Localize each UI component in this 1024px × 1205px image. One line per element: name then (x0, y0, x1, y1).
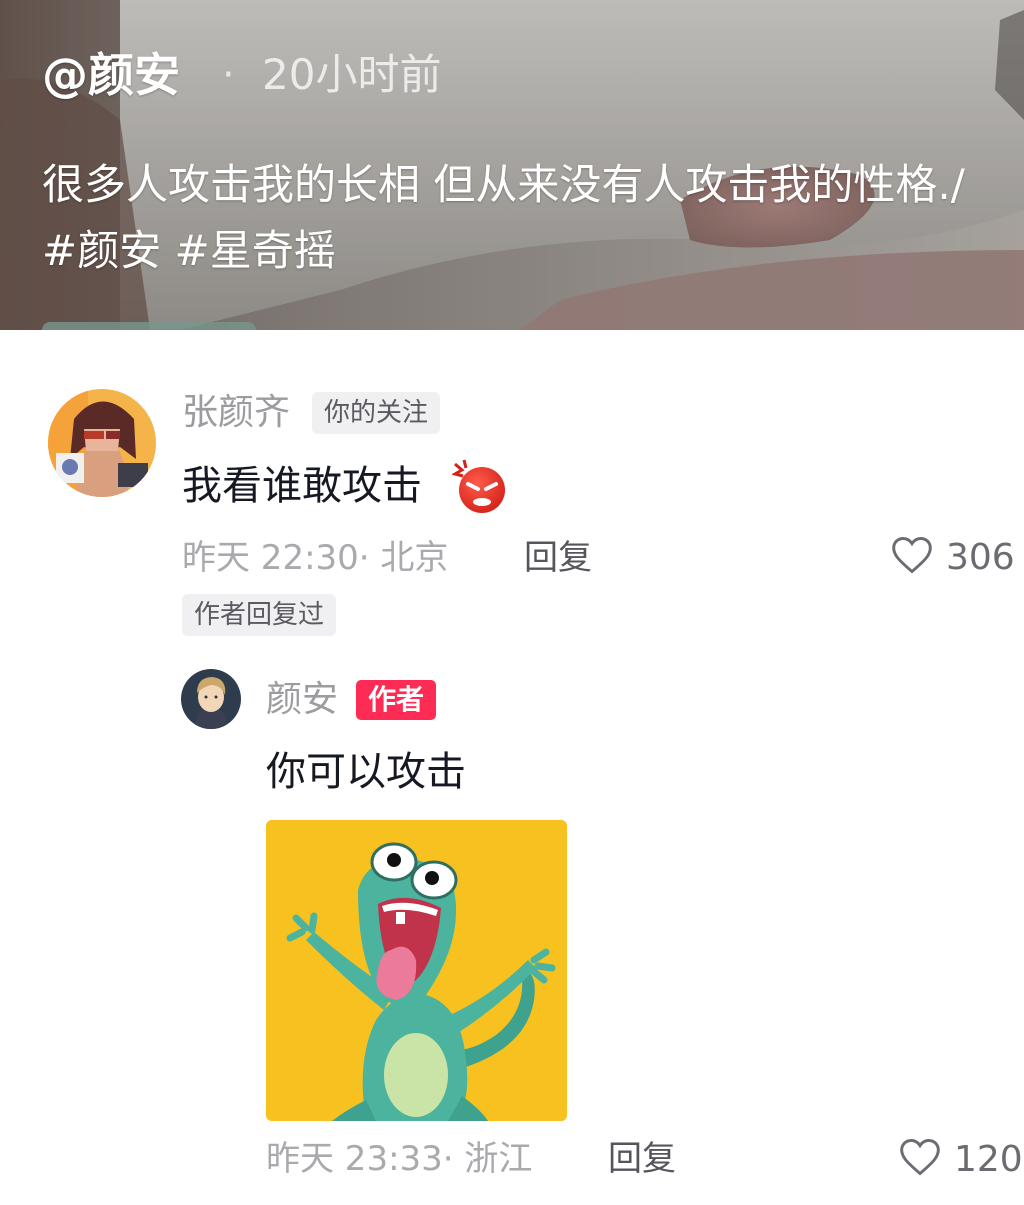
like-button[interactable]: 306 (890, 533, 1015, 581)
reply-button[interactable]: 回复 (524, 536, 592, 580)
video-author[interactable]: @颜安 (42, 40, 180, 110)
comment-username[interactable]: 张颜齐 (182, 391, 290, 435)
reply-like-count: 120 (954, 1138, 1023, 1180)
heart-icon (890, 533, 934, 581)
separator-dot: · (222, 52, 235, 98)
reply-reply-button[interactable]: 回复 (608, 1137, 676, 1181)
heart-icon (898, 1135, 942, 1183)
author-replied-tag[interactable]: 作者回复过 (182, 594, 337, 636)
video-chip[interactable] (42, 322, 256, 330)
reply-text: 你可以攻击 (266, 749, 466, 795)
video-header: @颜安 · 20小时前 很多人攻击我的长相 但从来没有人攻击我的性格./ #颜安… (0, 0, 1024, 330)
following-tag: 你的关注 (312, 392, 441, 434)
reply-avatar[interactable] (181, 669, 241, 729)
angry-face-emoji (451, 458, 510, 514)
reply-meta: 昨天 23:33· 浙江 (266, 1139, 533, 1179)
comment-meta: 昨天 22:30· 北京 (182, 538, 449, 578)
like-count: 306 (946, 536, 1015, 578)
video-time: 20小时前 (262, 50, 442, 99)
comment-text: 我看谁敢攻击 (182, 458, 422, 514)
comment-text-label: 我看谁敢攻击 (182, 463, 422, 509)
reply-username[interactable]: 颜安 (266, 678, 338, 722)
green-lizard-sticker[interactable] (266, 820, 567, 1121)
avatar[interactable] (48, 389, 156, 497)
reply-like-button[interactable]: 120 (898, 1135, 1023, 1183)
author-tag: 作者 (356, 680, 437, 720)
video-caption: 很多人攻击我的长相 但从来没有人攻击我的性格./ #颜安 #星奇摇 (42, 160, 965, 275)
